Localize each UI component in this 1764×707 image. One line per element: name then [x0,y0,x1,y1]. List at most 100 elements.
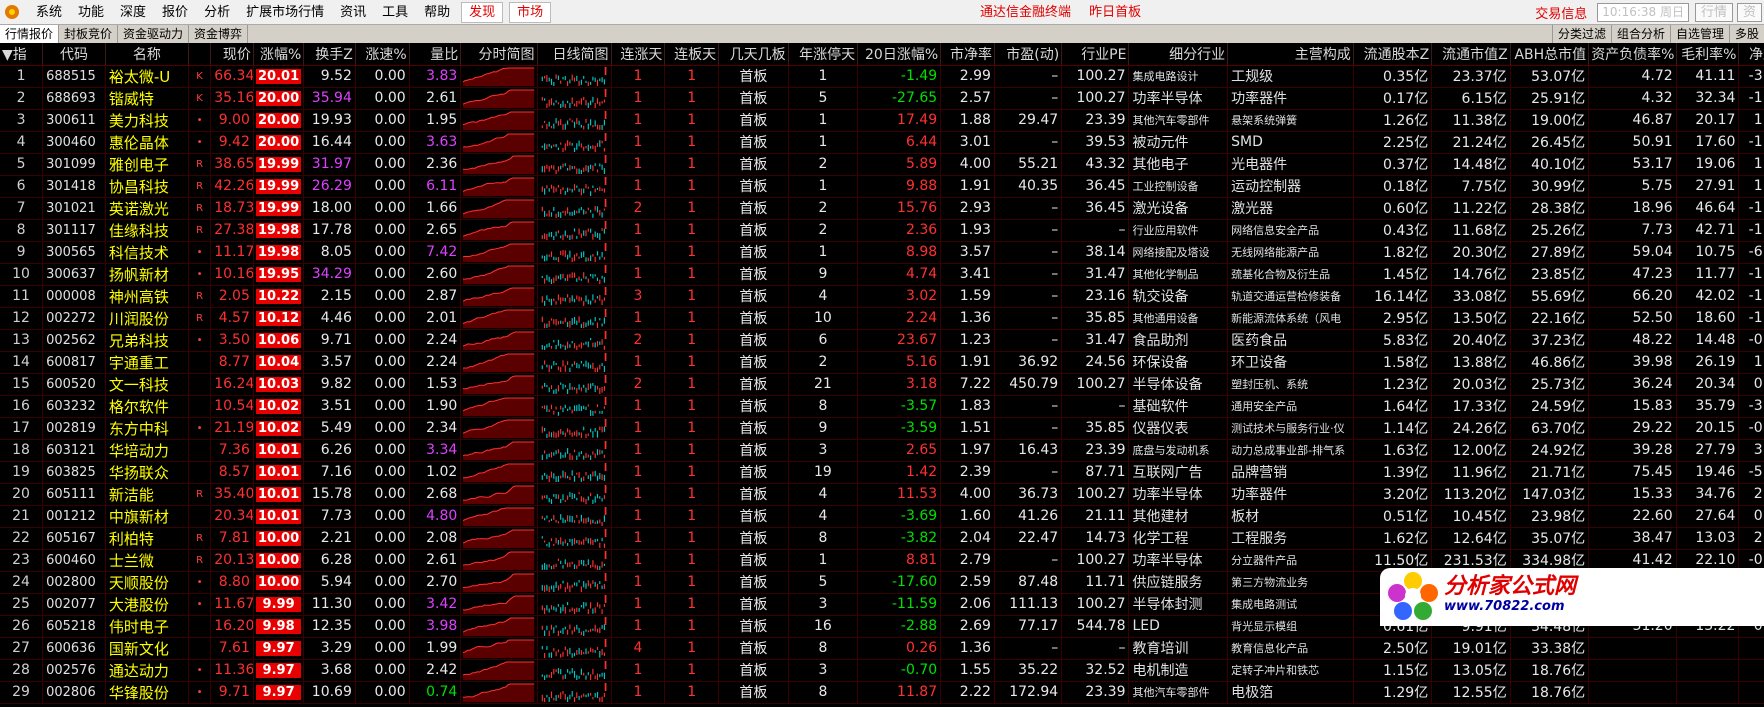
table-row[interactable]: 13 002562 兄弟科技 • 3.50 10.06 9.71 0.00 2.24 2 1 首板 6 2… [0,329,1764,352]
column-header-5[interactable]: 涨幅% [253,43,305,66]
column-header-23[interactable]: ABH总市值 [1510,43,1590,66]
column-header-1[interactable]: 代码 [42,43,106,66]
table-row[interactable]: 17 002819 东方中科 • 21.19 10.02 5.49 0.00 2.34 1 1 首板 9… [0,417,1764,440]
table-row[interactable]: 29 002806 华锋股份 • 9.71 9.97 10.69 0.00 0.74 1 1 首板 8 1… [0,681,1764,704]
stock-name[interactable]: 雅创电子 [105,153,189,176]
stock-name[interactable]: 士兰微 [105,549,189,572]
column-header-4[interactable]: 现价 [210,43,254,66]
tab-seal-auction[interactable]: 封板竞价 [59,25,119,43]
menu-market[interactable]: 市场 [509,1,552,23]
tab-category-filter[interactable]: 分类过滤 [1551,25,1611,43]
menu-news[interactable]: 资讯 [332,0,374,25]
table-row[interactable]: 28 002576 通达动力 • 11.36 9.97 3.68 0.00 2.42 1 1 首板 3-… [0,659,1764,682]
table-row[interactable]: 1 688515 裕太微-U K 66.34 20.01 9.52 0.00 3.83 1 1 首板 1… [0,65,1764,88]
column-header-0[interactable]: ▼指 [0,43,44,66]
menu-system[interactable]: 系统 [28,0,70,25]
stock-name[interactable]: 国新文化 [105,637,189,660]
table-row[interactable]: 22 605167 利柏特 R 7.81 10.00 2.21 0.00 2.08 1 1 首板 8 -3… [0,527,1764,550]
table-row[interactable]: 12 002272 川润股份 R 4.57 10.12 4.46 0.00 2.01 1 1 首板 10… [0,307,1764,330]
stock-name[interactable]: 大港股份 [105,593,189,616]
tab-watchlist[interactable]: 自选管理 [1669,25,1729,43]
menu-depth[interactable]: 深度 [112,0,154,25]
stock-name[interactable]: 华扬联众 [105,461,189,484]
column-header-12[interactable]: 连板天 [664,43,720,66]
table-row[interactable]: 3 300611 美力科技 • 9.00 20.00 19.93 0.00 1.95 1 1 首板 1 1… [0,109,1764,132]
column-header-3[interactable] [188,43,212,66]
column-header-14[interactable]: 年涨停天 [788,43,859,66]
table-row[interactable]: 14 600817 宇通重工 8.77 10.04 3.57 0.00 2.24 1 1 首板 2 5.… [0,351,1764,374]
table-row[interactable]: 4 300460 惠伦晶体 • 9.42 20.00 16.44 0.00 3.63 1 1 首板 1 6… [0,131,1764,154]
menu-analysis[interactable]: 分析 [196,0,238,25]
column-header-20[interactable]: 主营构成 [1227,43,1354,66]
menu-quote[interactable]: 报价 [154,0,196,25]
column-header-18[interactable]: 行业PE [1061,43,1130,66]
menu-ext-market[interactable]: 扩展市场行情 [238,0,332,25]
column-header-6[interactable]: 换手Z [303,43,356,66]
table-row[interactable]: 8 301117 佳缘科技 R 27.38 19.98 17.78 0.00 2.65 1 1 首板 2… [0,219,1764,242]
table-row[interactable]: 10 300637 扬帆新材 • 10.16 19.95 34.29 0.00 2.60 1 1 首板… [0,263,1764,286]
column-header-9[interactable]: 分时简图 [460,43,538,66]
quote-button[interactable]: 行情 [1694,3,1733,22]
stock-name[interactable]: 英诺激光 [105,197,189,220]
trade-info-button[interactable]: 交易信息 [1529,3,1593,22]
column-header-13[interactable]: 几天几板 [718,43,789,66]
stock-name[interactable]: 文一科技 [105,373,189,396]
column-header-15[interactable]: 20日涨幅% [857,43,942,66]
stock-name[interactable]: 神州高铁 [105,285,189,308]
stock-name[interactable]: 协昌科技 [105,175,189,198]
stock-name[interactable]: 天顺股份 [105,571,189,594]
table-row[interactable]: 11 000008 神州高铁 R 2.05 10.22 2.15 0.00 2.87 3 1 首板 4 3… [0,285,1764,308]
tab-fund-game[interactable]: 资金博弈 [189,25,249,43]
tab-fund-drive[interactable]: 资金驱动力 [118,25,190,43]
table-row[interactable]: 20 605111 新洁能 R 35.40 10.01 15.78 0.00 2.68 1 1 首板 4… [0,483,1764,506]
stock-name[interactable]: 兄弟科技 [105,329,189,352]
table-row[interactable]: 15 600520 文一科技 16.24 10.03 9.82 0.00 1.53 2 1 首板 21… [0,373,1764,396]
table-row[interactable]: 5 301099 雅创电子 R 38.65 19.99 31.97 0.00 2.36 1 1 首板 2… [0,153,1764,176]
stock-name[interactable]: 扬帆新材 [105,263,189,286]
stock-name[interactable]: 美力科技 [105,109,189,132]
table-row[interactable]: 16 603232 格尔软件 10.54 10.02 3.51 0.00 1.90 1 1 首板 8-… [0,395,1764,418]
menu-function[interactable]: 功能 [70,0,112,25]
stock-name[interactable]: 锴威特 [105,87,189,110]
stock-name[interactable]: 华培动力 [105,439,189,462]
stock-name[interactable]: 利柏特 [105,527,189,550]
column-header-25[interactable]: 毛利率% [1676,43,1740,66]
table-row[interactable]: 18 603121 华培动力 7.36 10.01 6.26 0.00 3.34 1 1 首板 3 2.… [0,439,1764,462]
menu-tools[interactable]: 工具 [374,0,416,25]
column-header-22[interactable]: 流通市值Z [1431,43,1511,66]
column-header-10[interactable]: 日线简图 [537,43,612,66]
tab-quote[interactable]: 行情报价 [0,25,60,43]
stock-name[interactable]: 惠伦晶体 [105,131,189,154]
column-header-11[interactable]: 连涨天 [611,43,666,66]
table-row[interactable]: 7 301021 英诺激光 R 18.73 19.99 18.00 0.00 1.66 2 1 首板 2… [0,197,1764,220]
stock-name[interactable]: 新洁能 [105,483,189,506]
stock-name[interactable]: 东方中科 [105,417,189,440]
column-header-24[interactable]: 资产负债率% [1588,43,1677,66]
column-header-7[interactable]: 涨速% [355,43,410,66]
stock-name[interactable]: 科信技术 [105,241,189,264]
tab-multi-stock[interactable]: 多股 [1728,25,1764,43]
stock-name[interactable]: 裕太微-U [105,65,189,88]
table-row[interactable]: 21 001212 中旗新材 20.34 10.01 7.73 0.00 4.80 1 1 首板 4-… [0,505,1764,528]
column-header-16[interactable]: 市净率 [940,43,995,66]
stock-name[interactable]: 华锋股份 [105,681,189,704]
tab-combo-analysis[interactable]: 组合分析 [1610,25,1670,43]
stock-name[interactable]: 通达动力 [105,659,189,682]
table-row[interactable]: 27 600636 国新文化 7.61 9.97 3.29 0.00 1.99 4 1 首板 8 0.2… [0,637,1764,660]
stock-name[interactable]: 伟时电子 [105,615,189,638]
table-row[interactable]: 9 300565 科信技术 • 11.17 19.98 8.05 0.00 7.42 1 1 首板 1 8… [0,241,1764,264]
stock-name[interactable]: 佳缘科技 [105,219,189,242]
table-row[interactable]: 2 688693 锴威特 K 35.16 20.00 35.94 0.00 2.61 1 1 首板 5-… [0,87,1764,110]
column-header-17[interactable]: 市盈(动) [994,43,1063,66]
column-header-19[interactable]: 细分行业 [1128,43,1229,66]
column-header-2[interactable]: 名称 [105,43,189,66]
info-button[interactable]: 资 [1736,3,1762,22]
column-header-8[interactable]: 量比 [409,43,462,66]
stock-name[interactable]: 川润股份 [105,307,189,330]
stock-name[interactable]: 宇通重工 [105,351,189,374]
menu-help[interactable]: 帮助 [416,0,458,25]
menu-discover[interactable]: 发现 [461,1,504,23]
column-header-26[interactable]: 净益 [1738,43,1764,66]
stock-name[interactable]: 格尔软件 [105,395,189,418]
stock-name[interactable]: 中旗新材 [105,505,189,528]
